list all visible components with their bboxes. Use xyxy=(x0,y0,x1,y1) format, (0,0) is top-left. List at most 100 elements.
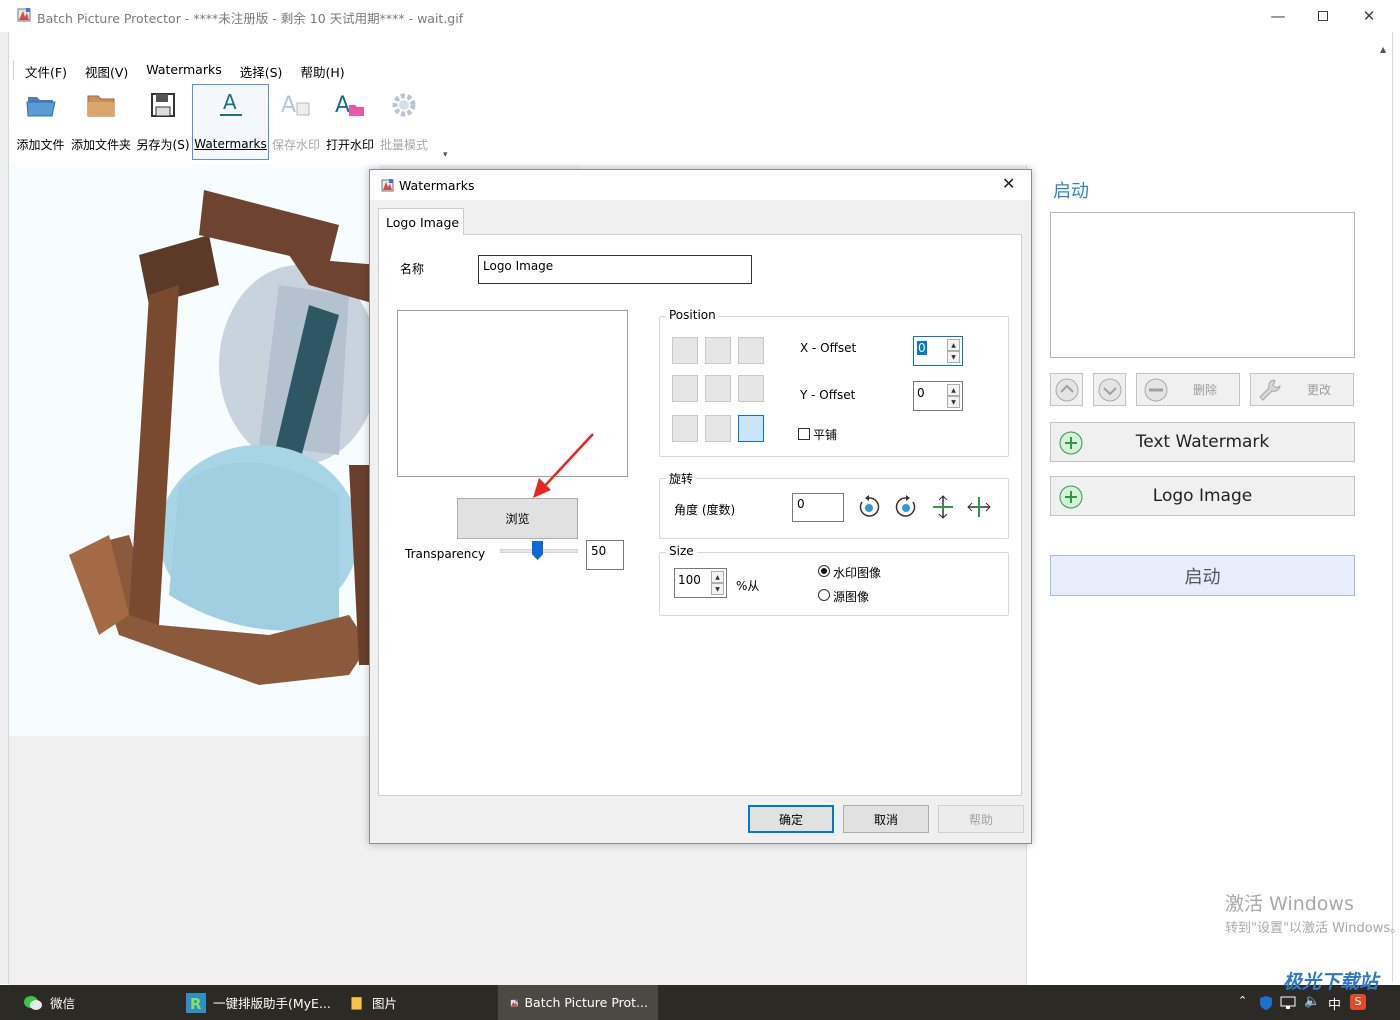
menu-help[interactable]: 帮助(H) xyxy=(289,60,351,80)
add-logo-image-button[interactable]: Logo Image xyxy=(1050,476,1355,516)
tray-chevron-icon[interactable]: ⌃ xyxy=(1238,994,1247,1007)
sogou-icon[interactable]: S xyxy=(1350,994,1366,1010)
red-arrow-annotation xyxy=(533,433,594,498)
app-icon xyxy=(17,8,31,22)
spin-up-icon[interactable]: ▲ xyxy=(711,571,724,583)
title-bar: Batch Picture Protector - ****未注册版 - 剩余 … xyxy=(0,0,1400,32)
maximize-button[interactable] xyxy=(1300,0,1346,32)
volume-icon[interactable]: 🔈 xyxy=(1304,994,1320,1009)
rotate-right-icon[interactable] xyxy=(893,494,919,520)
arrow-up-icon xyxy=(1055,378,1078,401)
dialog-close-button[interactable]: ✕ xyxy=(1002,174,1015,193)
add-folder-button[interactable]: 添加文件夹 xyxy=(68,84,134,160)
size-title: Size xyxy=(666,544,697,558)
taskbar-myeditor[interactable]: R 一键排版助手(MyE... xyxy=(185,985,331,1020)
watermark-list[interactable] xyxy=(1050,212,1355,358)
batch-mode-button[interactable]: 批量模式 xyxy=(377,84,431,160)
window-title: Batch Picture Protector - ****未注册版 - 剩余 … xyxy=(37,11,464,26)
move-up-button[interactable] xyxy=(1050,373,1083,406)
toolbar-overflow-icon[interactable]: ▾ xyxy=(443,150,448,160)
transparency-label: Transparency xyxy=(405,547,486,561)
myeditor-icon: R xyxy=(186,992,206,1013)
cancel-button[interactable]: 取消 xyxy=(843,805,929,833)
flip-horizontal-icon[interactable] xyxy=(966,494,992,520)
menu-select[interactable]: 选择(S) xyxy=(229,60,290,80)
rotate-left-icon[interactable] xyxy=(856,494,882,520)
arrow-down-icon xyxy=(1098,378,1121,401)
save-watermark-button[interactable]: A 保存水印 xyxy=(269,84,323,160)
save-as-button[interactable]: 另存为(S) xyxy=(134,84,192,160)
delete-button[interactable]: 删除 xyxy=(1136,373,1240,406)
position-cell-top-left[interactable] xyxy=(672,337,698,364)
rotation-title: 旋转 xyxy=(666,470,697,487)
size-value: 100 xyxy=(678,573,701,587)
watermarks-button[interactable]: A Watermarks xyxy=(192,84,269,160)
menu-view[interactable]: 视图(V) xyxy=(74,60,135,80)
position-cell-bottom-left[interactable] xyxy=(672,415,698,442)
ok-button[interactable]: 确定 xyxy=(748,805,834,833)
flip-vertical-icon[interactable] xyxy=(930,494,956,520)
toolbar-label: 另存为(S) xyxy=(136,138,190,152)
app-icon xyxy=(510,999,518,1007)
maximize-icon xyxy=(1318,11,1328,21)
scroll-up-icon[interactable]: ▲ xyxy=(1380,45,1386,54)
spin-up-icon[interactable]: ▲ xyxy=(947,339,960,351)
spin-down-icon[interactable]: ▼ xyxy=(947,396,960,408)
watermark-image-radio[interactable] xyxy=(818,565,830,577)
spin-up-icon[interactable]: ▲ xyxy=(947,384,960,396)
position-cell-bottom-center[interactable] xyxy=(705,415,731,442)
tile-checkbox[interactable] xyxy=(798,428,810,440)
gear-icon xyxy=(392,93,416,117)
spin-down-icon[interactable]: ▼ xyxy=(711,583,724,595)
move-down-button[interactable] xyxy=(1093,373,1126,406)
transparency-slider-thumb[interactable] xyxy=(532,541,543,560)
start-button[interactable]: 启动 xyxy=(1050,555,1355,596)
menu-file[interactable]: 文件(F) xyxy=(14,60,74,80)
taskbar-label: 微信 xyxy=(50,996,76,1011)
taskbar-label: 一键排版助手(MyE... xyxy=(213,996,331,1011)
size-stepper[interactable]: 100 ▲ ▼ xyxy=(674,568,727,598)
scrollbar[interactable] xyxy=(1392,32,1393,982)
position-cell-top-center[interactable] xyxy=(705,337,731,364)
add-file-button[interactable]: 添加文件 xyxy=(13,84,68,160)
name-field[interactable]: Logo Image xyxy=(478,255,752,284)
y-offset-stepper[interactable]: 0 ▲ ▼ xyxy=(913,381,963,411)
wrench-icon xyxy=(1259,379,1281,401)
position-cell-center[interactable] xyxy=(705,375,731,402)
transparency-value-field[interactable]: 50 xyxy=(586,540,624,570)
help-button[interactable]: 帮助 xyxy=(938,805,1024,833)
taskbar-batch-picture-protector[interactable]: Batch Picture Prot... xyxy=(498,985,658,1020)
position-cell-middle-left[interactable] xyxy=(672,375,698,402)
x-offset-stepper[interactable]: 0 ▲ ▼ xyxy=(913,336,963,366)
add-text-watermark-button[interactable]: Text Watermark xyxy=(1050,422,1355,462)
y-offset-label: Y - Offset xyxy=(800,388,856,402)
watermarks-dialog: Watermarks ✕ Logo Image 名称 Logo Image 浏览… xyxy=(369,169,1032,844)
close-button[interactable]: ✕ xyxy=(1346,0,1392,32)
taskbar-label: Batch Picture Prot... xyxy=(524,995,648,1010)
shield-icon[interactable] xyxy=(1258,995,1274,1011)
desktop-background xyxy=(0,32,9,984)
network-icon[interactable] xyxy=(1280,996,1296,1010)
open-watermark-button[interactable]: A 打开水印 xyxy=(323,84,377,160)
source-image-label: 源图像 xyxy=(833,590,870,604)
edit-button[interactable]: 更改 xyxy=(1250,373,1354,406)
browse-button[interactable]: 浏览 xyxy=(457,498,578,539)
taskbar-pictures[interactable]: 图片 xyxy=(350,985,397,1020)
taskbar-wechat[interactable]: 微信 xyxy=(22,985,75,1020)
spin-down-icon[interactable]: ▼ xyxy=(947,351,960,363)
position-cell-middle-right[interactable] xyxy=(738,375,764,402)
source-image-radio[interactable] xyxy=(818,589,830,601)
x-offset-label: X - Offset xyxy=(800,341,857,355)
toolbar-label: 添加文件 xyxy=(16,138,65,152)
angle-field[interactable]: 0 xyxy=(792,493,844,522)
minimize-button[interactable]: — xyxy=(1255,0,1301,32)
minimize-icon: — xyxy=(1270,7,1286,25)
name-label: 名称 xyxy=(400,262,425,276)
position-cell-bottom-right[interactable] xyxy=(738,415,764,442)
panel-title: 启动 xyxy=(1053,181,1089,202)
position-cell-top-right[interactable] xyxy=(738,337,764,364)
tab-logo-image[interactable]: Logo Image xyxy=(378,208,464,235)
dialog-title-bar: Watermarks ✕ xyxy=(370,170,1031,200)
ime-indicator[interactable]: 中 xyxy=(1328,994,1341,1013)
menu-watermarks[interactable]: Watermarks xyxy=(135,60,228,80)
